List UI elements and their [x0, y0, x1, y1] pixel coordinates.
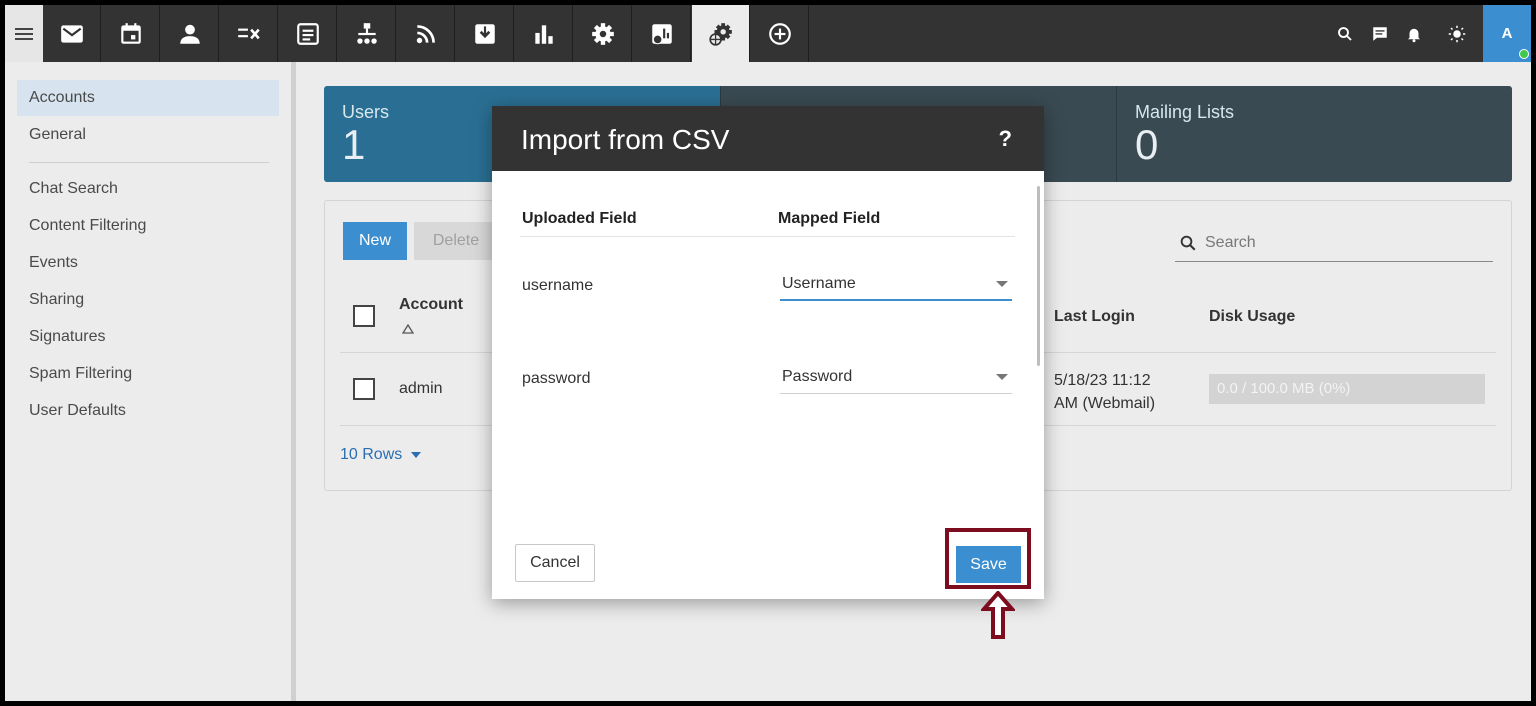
- chevron-down-icon: [996, 281, 1008, 287]
- dialog-header: Import from CSV ?: [492, 106, 1044, 171]
- app-window: A Accounts General Chat Search Content F…: [5, 5, 1531, 701]
- uploaded-field-header: Uploaded Field: [522, 210, 637, 227]
- mapped-field-header: Mapped Field: [778, 210, 881, 227]
- chevron-down-icon: [996, 374, 1008, 380]
- dialog-scrollbar[interactable]: [1037, 186, 1040, 366]
- cancel-button[interactable]: Cancel: [515, 544, 595, 582]
- help-button[interactable]: ?: [999, 126, 1012, 152]
- import-csv-dialog: Import from CSV ? Uploaded Field Mapped …: [492, 106, 1044, 599]
- uploaded-field-password: password: [522, 370, 591, 387]
- save-highlight-box: [945, 528, 1031, 589]
- mapped-field-select-username[interactable]: Username: [780, 273, 1012, 301]
- mapped-field-value: Password: [782, 368, 853, 385]
- up-arrow-icon: [981, 591, 1015, 639]
- uploaded-field-username: username: [522, 277, 594, 294]
- mapped-field-select-password[interactable]: Password: [780, 366, 1012, 394]
- dialog-title: Import from CSV: [521, 124, 730, 155]
- dialog-header-divider: [520, 236, 1015, 237]
- mapped-field-value: Username: [782, 275, 856, 292]
